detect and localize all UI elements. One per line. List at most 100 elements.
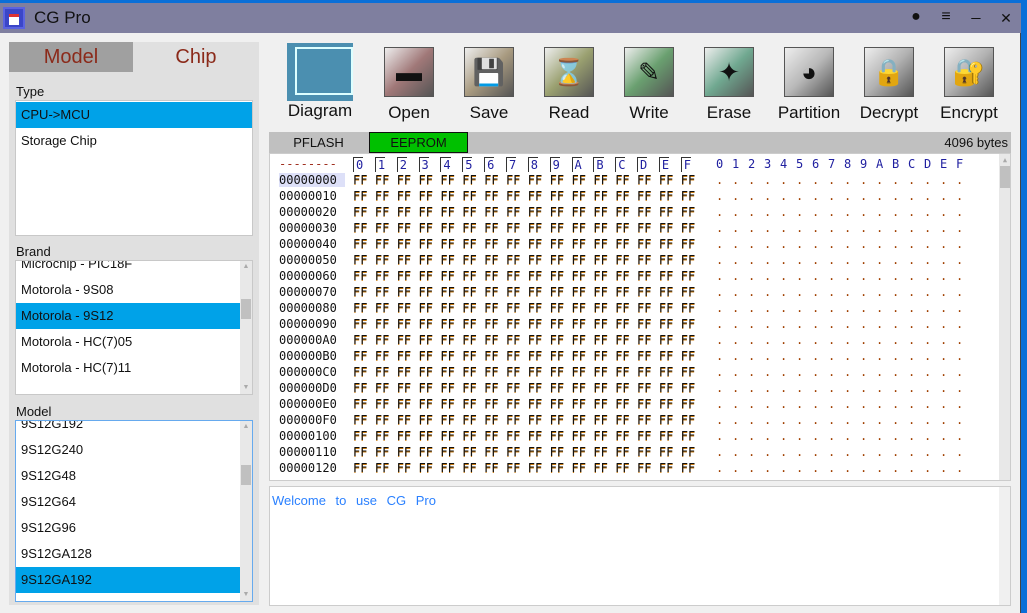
ascii-char[interactable]: .: [956, 189, 963, 203]
hex-byte[interactable]: FF: [462, 221, 476, 235]
title-bar[interactable]: CG Pro ● ≡ _ ✕: [0, 3, 1021, 33]
ascii-char[interactable]: .: [956, 365, 963, 379]
ascii-char[interactable]: .: [764, 349, 771, 363]
ascii-char[interactable]: .: [764, 365, 771, 379]
hex-byte[interactable]: FF: [440, 429, 454, 443]
ascii-char[interactable]: .: [812, 237, 819, 251]
ascii-char[interactable]: .: [956, 461, 963, 475]
ascii-char[interactable]: .: [924, 173, 931, 187]
hex-byte[interactable]: FF: [637, 381, 651, 395]
ascii-char[interactable]: .: [940, 461, 947, 475]
ascii-char[interactable]: .: [764, 317, 771, 331]
hex-byte[interactable]: FF: [593, 205, 607, 219]
hex-byte[interactable]: FF: [528, 413, 542, 427]
hex-byte[interactable]: FF: [440, 221, 454, 235]
ascii-char[interactable]: .: [716, 429, 723, 443]
ascii-char[interactable]: .: [748, 349, 755, 363]
hex-byte[interactable]: FF: [440, 237, 454, 251]
ascii-char[interactable]: .: [860, 253, 867, 267]
hex-byte[interactable]: FF: [593, 381, 607, 395]
ascii-char[interactable]: .: [764, 429, 771, 443]
hex-byte[interactable]: FF: [397, 397, 411, 411]
ascii-char[interactable]: .: [732, 221, 739, 235]
ascii-char[interactable]: .: [876, 445, 883, 459]
hex-byte[interactable]: FF: [462, 445, 476, 459]
tab-pflash[interactable]: PFLASH: [269, 132, 368, 153]
hex-byte[interactable]: FF: [353, 349, 367, 363]
ascii-char[interactable]: .: [812, 285, 819, 299]
hex-byte[interactable]: FF: [419, 173, 433, 187]
ascii-char[interactable]: .: [876, 397, 883, 411]
ascii-char[interactable]: .: [716, 349, 723, 363]
hex-byte[interactable]: FF: [353, 397, 367, 411]
ascii-char[interactable]: .: [780, 413, 787, 427]
ascii-char[interactable]: .: [892, 397, 899, 411]
hex-byte[interactable]: FF: [615, 317, 629, 331]
ascii-char[interactable]: .: [796, 205, 803, 219]
diagram-button[interactable]: Diagram: [282, 43, 358, 121]
hex-byte[interactable]: FF: [375, 221, 389, 235]
hex-byte[interactable]: FF: [440, 365, 454, 379]
hex-byte[interactable]: FF: [353, 445, 367, 459]
ascii-char[interactable]: .: [780, 317, 787, 331]
hex-byte[interactable]: FF: [506, 461, 520, 475]
hex-byte[interactable]: FF: [637, 445, 651, 459]
ascii-char[interactable]: .: [908, 269, 915, 283]
column-header[interactable]: B: [593, 157, 604, 172]
hex-byte[interactable]: FF: [615, 173, 629, 187]
ascii-char[interactable]: .: [860, 445, 867, 459]
ascii-char[interactable]: .: [844, 349, 851, 363]
ascii-char[interactable]: .: [844, 461, 851, 475]
ascii-char[interactable]: .: [844, 413, 851, 427]
hex-byte[interactable]: FF: [462, 237, 476, 251]
column-header[interactable]: 2: [396, 157, 407, 172]
ascii-char[interactable]: .: [940, 301, 947, 315]
ascii-char[interactable]: .: [892, 381, 899, 395]
ascii-char[interactable]: .: [908, 173, 915, 187]
ascii-char[interactable]: .: [828, 381, 835, 395]
hex-byte[interactable]: FF: [353, 269, 367, 283]
hex-byte[interactable]: FF: [419, 349, 433, 363]
ascii-char[interactable]: .: [924, 333, 931, 347]
ascii-char[interactable]: .: [908, 237, 915, 251]
hex-byte[interactable]: FF: [397, 301, 411, 315]
hex-byte[interactable]: FF: [593, 365, 607, 379]
hex-byte[interactable]: FF: [593, 349, 607, 363]
hex-byte[interactable]: FF: [528, 253, 542, 267]
hex-byte[interactable]: FF: [462, 349, 476, 363]
ascii-char[interactable]: .: [828, 221, 835, 235]
ascii-char[interactable]: .: [860, 269, 867, 283]
ascii-char[interactable]: .: [956, 301, 963, 315]
ascii-char[interactable]: .: [828, 349, 835, 363]
scroll-thumb[interactable]: [241, 465, 251, 485]
ascii-char[interactable]: .: [940, 413, 947, 427]
ascii-char[interactable]: .: [924, 461, 931, 475]
hex-byte[interactable]: FF: [419, 189, 433, 203]
ascii-char[interactable]: .: [876, 381, 883, 395]
ascii-char[interactable]: .: [748, 333, 755, 347]
hex-byte[interactable]: FF: [506, 349, 520, 363]
hex-byte[interactable]: FF: [484, 205, 498, 219]
hex-byte[interactable]: FF: [397, 381, 411, 395]
ascii-char[interactable]: .: [908, 461, 915, 475]
hex-byte[interactable]: FF: [528, 317, 542, 331]
ascii-char[interactable]: .: [796, 301, 803, 315]
hex-byte[interactable]: FF: [419, 221, 433, 235]
hex-byte[interactable]: FF: [681, 397, 695, 411]
ascii-char[interactable]: .: [956, 349, 963, 363]
hex-byte[interactable]: FF: [419, 237, 433, 251]
hex-byte[interactable]: FF: [397, 285, 411, 299]
hex-byte[interactable]: FF: [550, 285, 564, 299]
hex-byte[interactable]: FF: [681, 333, 695, 347]
hex-byte[interactable]: FF: [484, 269, 498, 283]
column-header[interactable]: E: [658, 157, 670, 172]
ascii-char[interactable]: .: [860, 205, 867, 219]
ascii-char[interactable]: .: [908, 285, 915, 299]
hex-byte[interactable]: FF: [593, 429, 607, 443]
ascii-char[interactable]: .: [876, 237, 883, 251]
ascii-char[interactable]: .: [780, 429, 787, 443]
hex-byte[interactable]: FF: [637, 237, 651, 251]
open-button[interactable]: ▬ Open: [369, 47, 449, 123]
ascii-char[interactable]: .: [940, 189, 947, 203]
hex-byte[interactable]: FF: [419, 301, 433, 315]
